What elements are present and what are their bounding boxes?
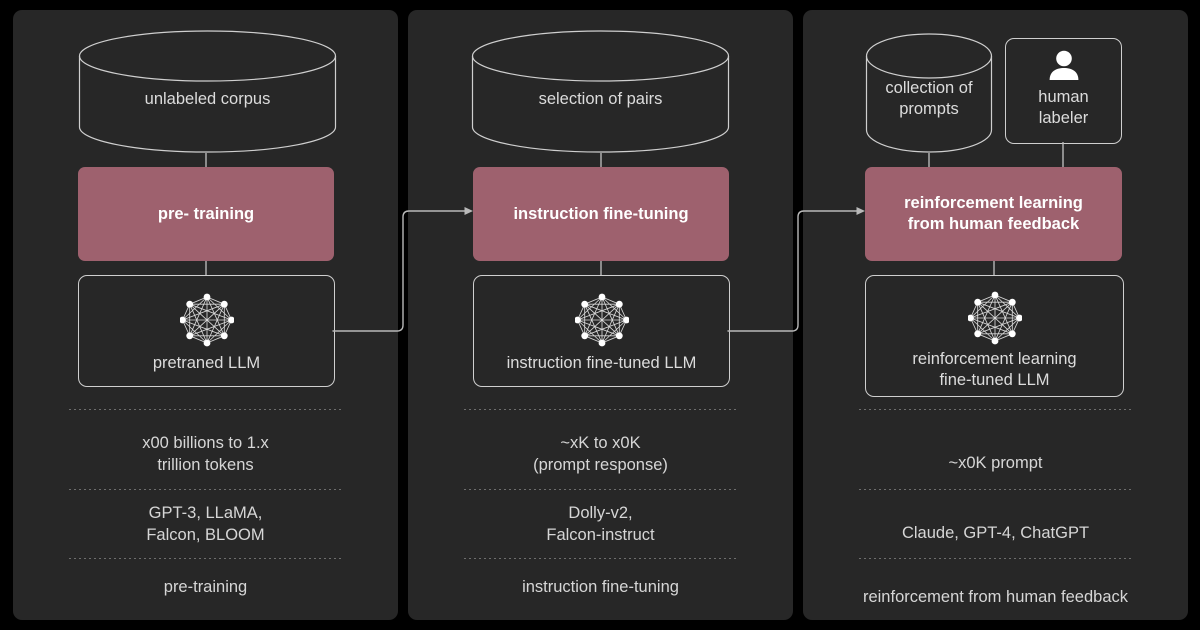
diagram-canvas: unlabeled corpus pre- training [0, 0, 1200, 630]
connector-instruction-to-rlhf [0, 0, 1200, 630]
